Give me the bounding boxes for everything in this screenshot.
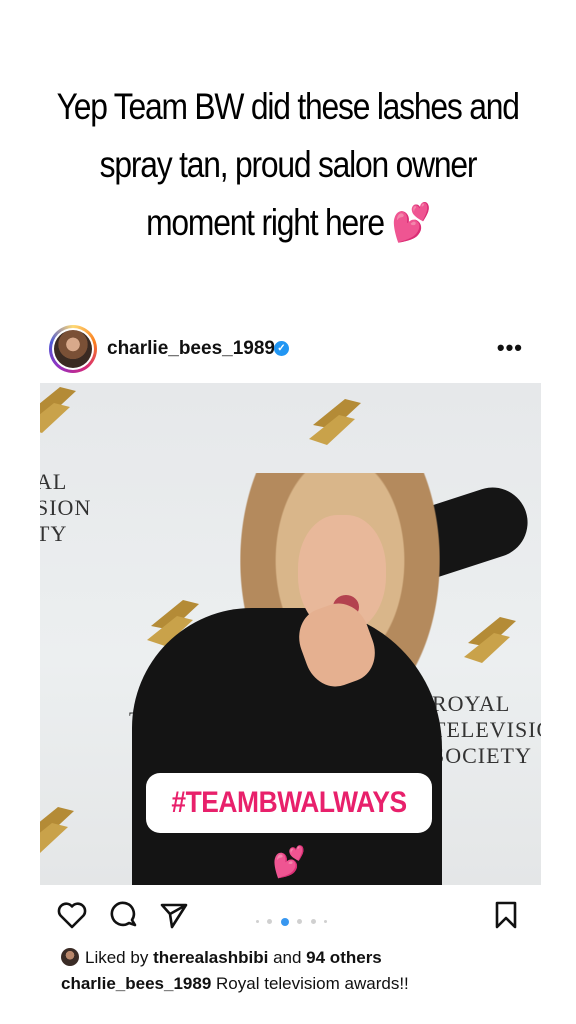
- hashtag-sticker[interactable]: #TEAMBWALWAYS💕: [146, 773, 432, 879]
- story-caption-line-3: moment right here 💕: [146, 202, 431, 243]
- shared-post-card[interactable]: charlie_bees_1989 ✓ ••• AL SION TY ROYA …: [40, 320, 541, 1000]
- rts-logo: [464, 617, 516, 663]
- likes-line[interactable]: Liked by therealashbibi and 94 others: [61, 948, 382, 968]
- caption-text: Royal televisiom awards!!: [216, 974, 409, 993]
- post-caption: charlie_bees_1989 Royal televisiom award…: [61, 974, 409, 994]
- bookmark-icon[interactable]: [490, 899, 522, 931]
- post-image[interactable]: AL SION TY ROYA TELEVI SOCI ROYAL TELEVI…: [40, 383, 541, 885]
- carousel-dot-active: [280, 917, 289, 926]
- story-caption-line-2: spray tan, proud salon owner: [99, 144, 478, 185]
- carousel-dot: [310, 919, 316, 925]
- story-caption: Yep Team BW did these lashes and spray t…: [0, 82, 576, 256]
- avatar[interactable]: [49, 325, 97, 373]
- more-options-icon[interactable]: •••: [497, 335, 523, 361]
- likes-and: and: [273, 948, 302, 967]
- caption-username[interactable]: charlie_bees_1989: [61, 974, 211, 993]
- story-caption-line-1: Yep Team BW did these lashes and: [56, 86, 520, 127]
- hashtag-sticker-text: #TEAMBWALWAYS💕: [171, 786, 407, 879]
- post-username[interactable]: charlie_bees_1989: [107, 338, 275, 360]
- comment-icon[interactable]: [108, 899, 140, 931]
- verified-badge-icon: ✓: [274, 341, 289, 356]
- carousel-dot: [324, 920, 328, 924]
- carousel-dot: [267, 919, 273, 925]
- carousel-indicator: [254, 913, 329, 931]
- backdrop-text-right: ROYAL TELEVISIO SOCIETY: [432, 691, 541, 768]
- carousel-dot: [297, 919, 303, 925]
- likes-prefix: Liked by: [85, 948, 149, 967]
- backdrop-text-left: AL SION TY: [40, 469, 92, 546]
- likes-count[interactable]: 94 others: [306, 948, 382, 967]
- liker-username[interactable]: therealashbibi: [153, 948, 268, 967]
- post-header: charlie_bees_1989 ✓ •••: [40, 320, 541, 382]
- send-icon[interactable]: [158, 899, 190, 931]
- rts-logo: [40, 387, 76, 433]
- rts-logo: [309, 399, 361, 445]
- carousel-dot: [256, 920, 259, 924]
- post-actions-bar: [40, 893, 541, 937]
- liker-avatar: [61, 948, 79, 966]
- heart-icon[interactable]: [56, 899, 88, 931]
- rts-logo: [40, 807, 74, 853]
